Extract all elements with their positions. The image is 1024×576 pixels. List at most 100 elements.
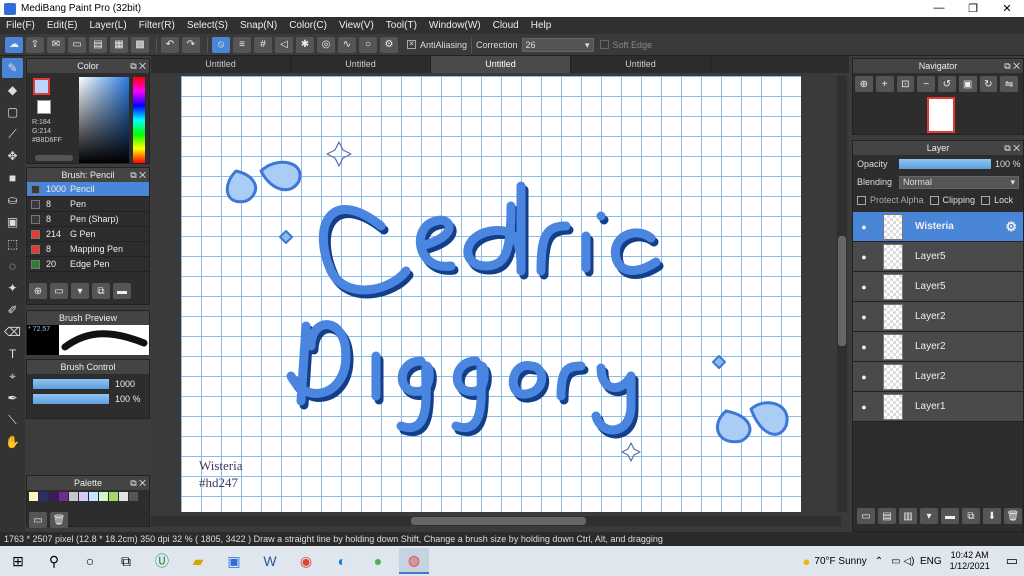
foreground-color-swatch[interactable] — [33, 78, 50, 95]
app-u-icon[interactable]: Ⓤ — [147, 548, 177, 574]
fit-window-icon[interactable]: ⊡ — [896, 76, 915, 92]
brush-copy-icon[interactable]: ⧉ — [92, 283, 110, 299]
layer-row[interactable]: ● Layer5 — [853, 242, 1023, 272]
brush-tool-icon[interactable]: ✎ — [2, 58, 23, 78]
menu-edit[interactable]: Edit(E) — [47, 20, 78, 31]
task-view-icon[interactable]: ⧉ — [111, 548, 141, 574]
speaker-icon[interactable]: ◁) — [903, 556, 914, 567]
visibility-eye-icon[interactable]: ● — [857, 222, 871, 232]
panel-popout-close-icon[interactable]: ⧉ ✕ — [130, 168, 146, 182]
tray-overflow-icon[interactable]: ⌃ — [875, 556, 883, 567]
weather-temp[interactable]: 70°F — [814, 556, 835, 567]
visibility-eye-icon[interactable]: ● — [857, 372, 871, 382]
grid-manage-icon[interactable]: ▦ — [110, 36, 128, 53]
panel-popout-close-icon[interactable]: ⧉ ✕ — [1004, 141, 1020, 155]
menu-window[interactable]: Window(W) — [429, 20, 481, 31]
undo-icon[interactable]: ↶ — [161, 36, 179, 53]
brush-menu-icon[interactable]: ▾ — [71, 283, 89, 299]
rectangle-tool-icon[interactable]: ▢ — [2, 102, 23, 122]
brush-list-item[interactable]: 8 Mapping Pen — [27, 242, 149, 257]
tab-untitled-3[interactable]: Untitled — [431, 56, 571, 73]
rotate-right-icon[interactable]: ↻ — [979, 76, 998, 92]
layer-folder-icon[interactable]: ▬ — [941, 508, 959, 524]
ring-snap-icon[interactable]: ○ — [359, 36, 377, 53]
layer-row[interactable]: ● Layer1 — [853, 392, 1023, 422]
word-icon[interactable]: W — [255, 548, 285, 574]
divide-tool-icon[interactable]: ⟍ — [2, 410, 23, 430]
panel-popout-close-icon[interactable]: ⧉ ✕ — [130, 476, 146, 490]
close-button[interactable]: ✕ — [990, 2, 1024, 15]
navigator-thumbnail[interactable] — [927, 97, 955, 133]
zoom-in-icon[interactable]: ⊕ — [855, 76, 873, 92]
brush-folder-icon[interactable]: ▬ — [113, 283, 131, 299]
menu-tool[interactable]: Tool(T) — [386, 20, 417, 31]
visibility-eye-icon[interactable]: ● — [857, 402, 871, 412]
curve-snap-icon[interactable]: ∿ — [338, 36, 356, 53]
parallel-snap-icon[interactable]: ≡ — [233, 36, 251, 53]
tiles-icon[interactable]: ▩ — [131, 36, 149, 53]
file-explorer-icon[interactable]: ▰ — [183, 548, 213, 574]
brush-list-item[interactable]: 8 Pen — [27, 197, 149, 212]
new-layer-icon[interactable]: ▭ — [857, 508, 875, 524]
cloud-icon[interactable]: ☁ — [5, 36, 23, 53]
eraser-tool-icon[interactable]: ◆ — [2, 80, 23, 100]
pen-line-tool-icon[interactable]: ⟋ — [2, 124, 23, 144]
upload-icon[interactable]: ⇪ — [26, 36, 44, 53]
bucket-tool-icon[interactable]: ⛀ — [2, 190, 23, 210]
actual-size-icon[interactable]: ▣ — [958, 76, 977, 92]
palette-swatch[interactable] — [39, 492, 48, 501]
palette-add-icon[interactable]: ▭ — [29, 512, 47, 528]
protect-alpha-checkbox[interactable] — [857, 195, 866, 205]
tab-untitled-4[interactable]: Untitled — [571, 56, 711, 73]
weather-desc[interactable]: Sunny — [838, 556, 866, 567]
vanishing-snap-icon[interactable]: ◁ — [275, 36, 293, 53]
visibility-eye-icon[interactable]: ● — [857, 252, 871, 262]
saturation-value-field[interactable] — [79, 77, 129, 163]
layer-row[interactable]: ● Layer2 — [853, 362, 1023, 392]
search-icon[interactable]: ⚲ — [39, 548, 69, 574]
brush-list-item[interactable]: 1000 Pencil — [27, 182, 149, 197]
blending-select[interactable]: Normal ▾ — [899, 175, 1019, 189]
color-mode-toggle[interactable] — [35, 155, 73, 161]
brush-add-icon[interactable]: ⊕ — [29, 283, 47, 299]
palette-swatch[interactable] — [119, 492, 128, 501]
layer-row[interactable]: ● Layer2 — [853, 302, 1023, 332]
cortana-icon[interactable]: ○ — [75, 548, 105, 574]
gear-icon[interactable]: ⚙ — [1005, 219, 1017, 235]
hue-slider[interactable] — [133, 77, 145, 163]
store-icon[interactable]: ▣ — [219, 548, 249, 574]
palette-delete-icon[interactable]: 🗑 — [50, 512, 68, 528]
lock-checkbox[interactable] — [981, 195, 991, 205]
brush-new-icon[interactable]: ▭ — [50, 283, 68, 299]
brush-size-slider[interactable] — [33, 379, 109, 389]
palette-swatch[interactable] — [79, 492, 88, 501]
menu-view[interactable]: View(V) — [339, 20, 374, 31]
select-rect-tool-icon[interactable]: ⬚ — [2, 234, 23, 254]
fill-rect-tool-icon[interactable]: ■ — [2, 168, 23, 188]
correction-select[interactable]: 26 — [521, 37, 594, 52]
palette-swatch[interactable] — [29, 502, 38, 511]
horizontal-scrollbar[interactable] — [151, 516, 841, 526]
radial-snap-icon[interactable]: ✱ — [296, 36, 314, 53]
drawing-canvas[interactable]: Wisteria #hd247 — [181, 76, 801, 512]
new-8bit-layer-icon[interactable]: ▥ — [899, 508, 917, 524]
new-halftone-layer-icon[interactable]: ▤ — [878, 508, 896, 524]
layer-opacity-slider[interactable] — [899, 159, 991, 169]
network-icon[interactable]: ▭ — [891, 556, 900, 567]
layer-row[interactable]: ● Layer2 — [853, 332, 1023, 362]
brush-list-item[interactable]: 8 Pen (Sharp) — [27, 212, 149, 227]
tab-untitled-1[interactable]: Untitled — [151, 56, 291, 73]
magic-wand-tool-icon[interactable]: ✦ — [2, 278, 23, 298]
palette-swatch[interactable] — [99, 492, 108, 501]
palette-swatch[interactable] — [29, 492, 38, 501]
menu-filter[interactable]: Filter(R) — [139, 20, 175, 31]
layer-menu-icon[interactable]: ▾ — [920, 508, 938, 524]
soft-edge-checkbox[interactable] — [599, 40, 609, 49]
medibang-taskbar-icon[interactable]: ◍ — [399, 548, 429, 574]
horizontal-scroll-thumb[interactable] — [411, 517, 586, 525]
layer-row[interactable]: ● Layer5 — [853, 272, 1023, 302]
menu-select[interactable]: Select(S) — [187, 20, 228, 31]
palette-swatch[interactable] — [49, 492, 58, 501]
background-color-swatch[interactable] — [37, 100, 51, 114]
operation-tool-icon[interactable]: ⌖ — [2, 366, 23, 386]
